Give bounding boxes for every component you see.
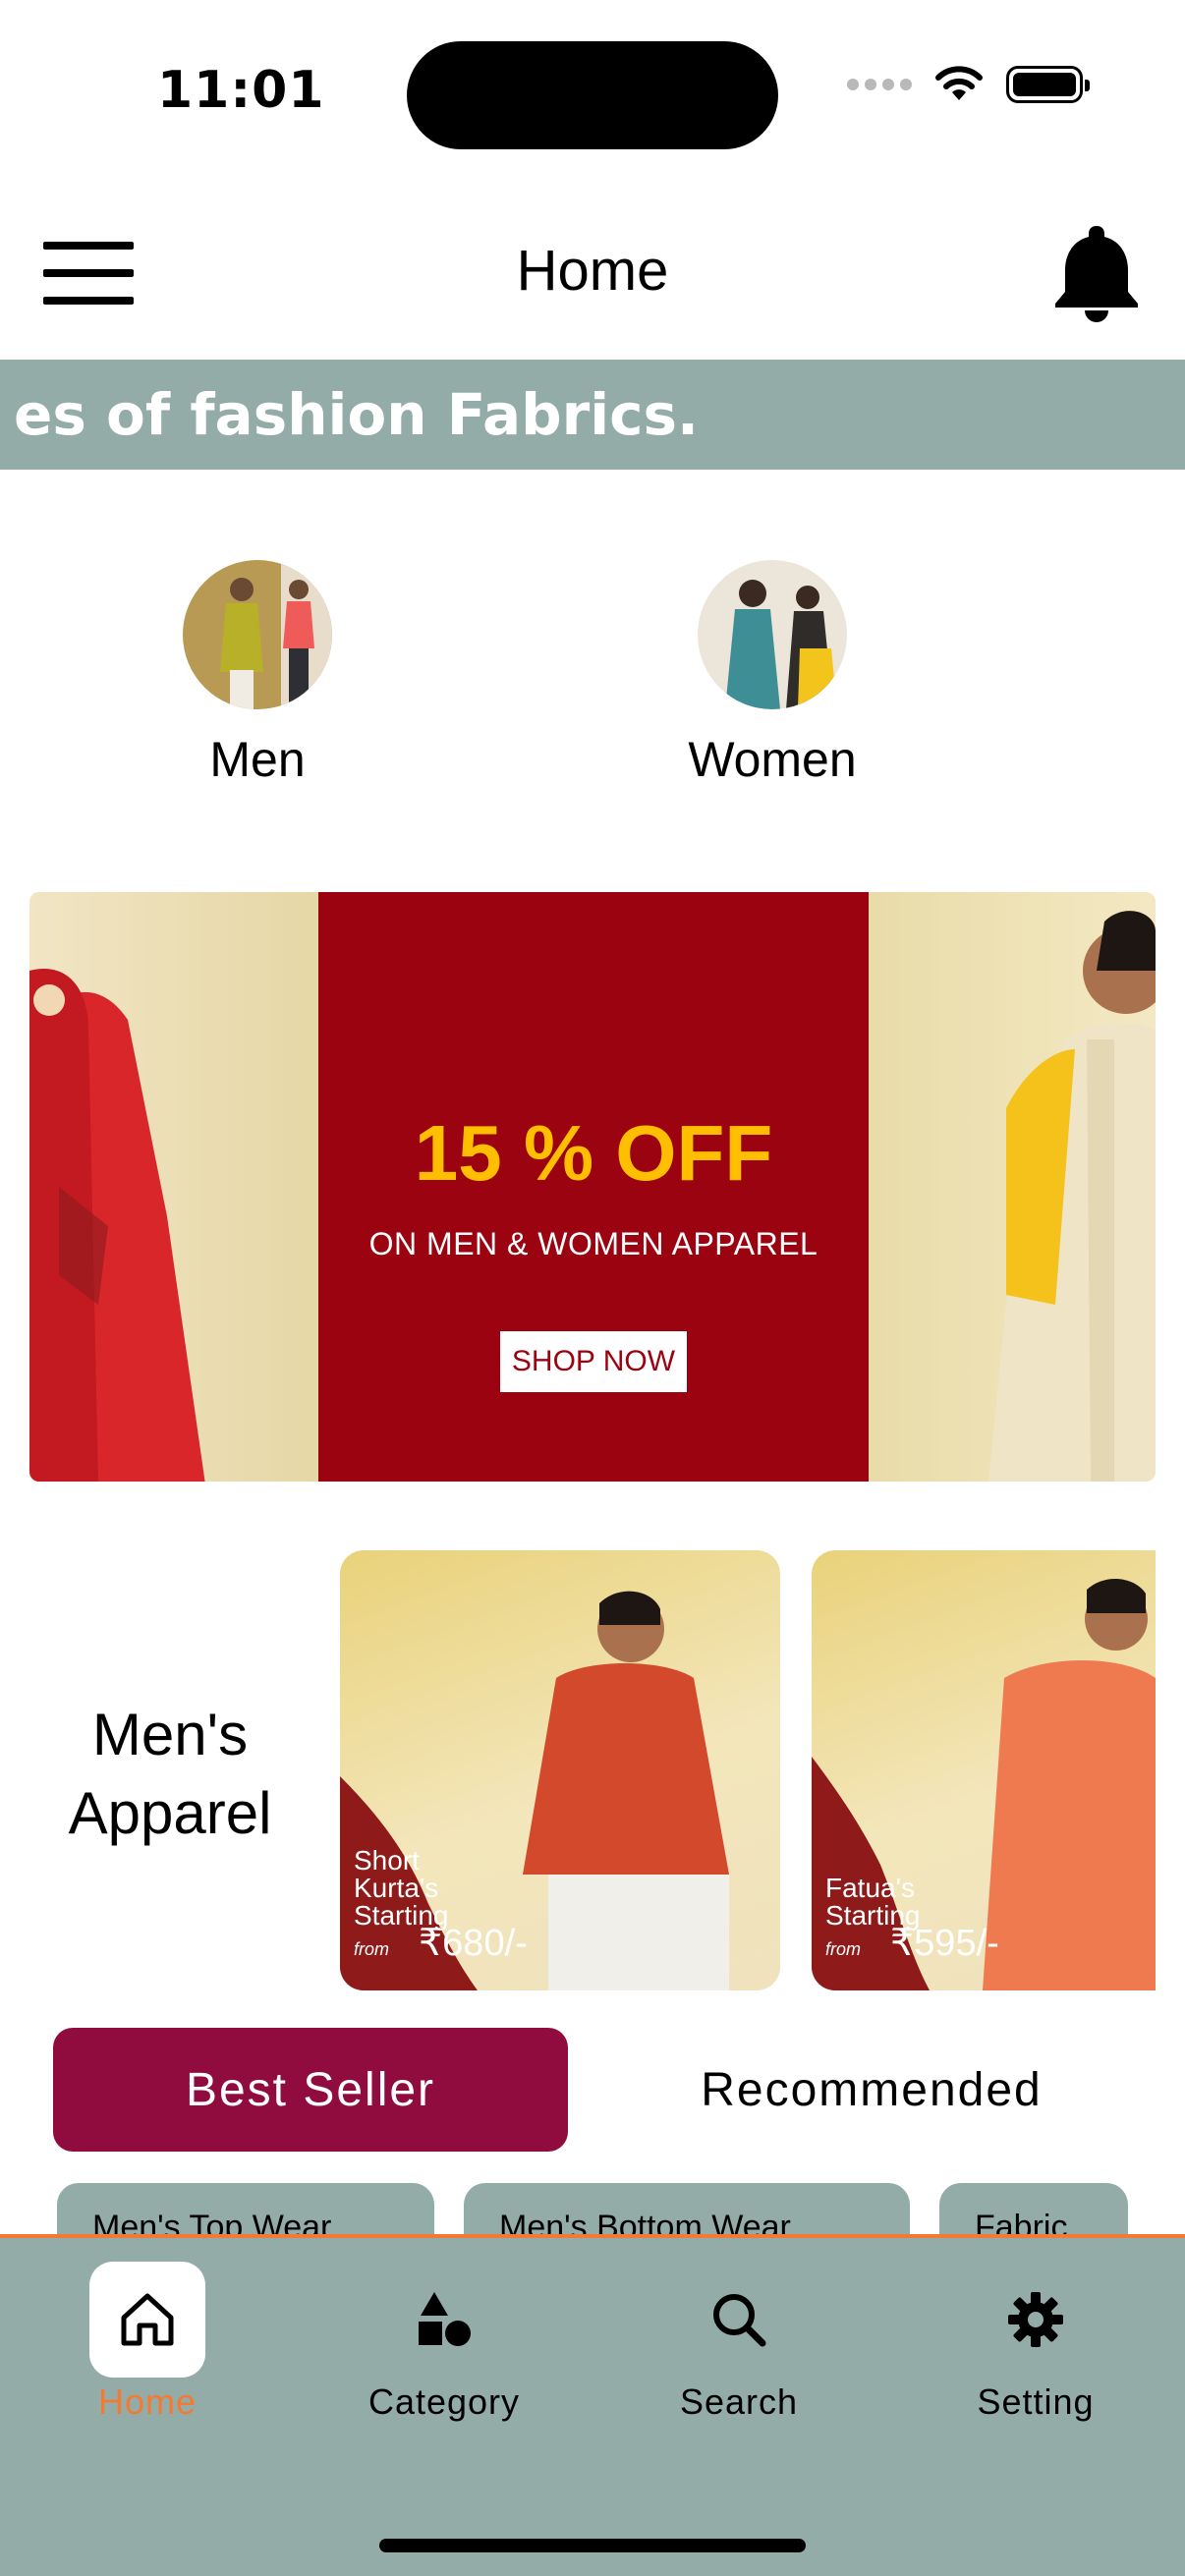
- promo-line: Fatua's: [825, 1873, 915, 1903]
- banner-headline: 15 % OFF: [414, 1109, 773, 1197]
- nav-item-home[interactable]: Home: [29, 2262, 265, 2423]
- nav-item-setting[interactable]: Setting: [918, 2262, 1154, 2423]
- women-category-image: [698, 560, 847, 709]
- nav-label: Setting: [977, 2381, 1095, 2422]
- bell-icon[interactable]: [1051, 222, 1142, 324]
- section-title-mens-apparel: Men's Apparel: [29, 1696, 310, 1853]
- banner-subline: ON MEN & WOMEN APPAREL: [368, 1226, 818, 1261]
- home-icon: [121, 2293, 174, 2346]
- banner-offer-panel: 15 % OFF ON MEN & WOMEN APPAREL SHOP NOW: [318, 892, 869, 1482]
- promo-kurta-text: Short Kurta's Starting from ₹680/-: [354, 1847, 528, 1963]
- bottom-nav: Home Category Search Setting: [0, 2234, 1185, 2576]
- status-bar: 11:01: [0, 0, 1185, 187]
- page-title: Home: [516, 239, 669, 303]
- nav-icon-box: [386, 2262, 502, 2378]
- nav-icon-box: [89, 2262, 205, 2378]
- category-women[interactable]: Women: [625, 560, 920, 788]
- promo-banner[interactable]: 15 % OFF ON MEN & WOMEN APPAREL SHOP NOW: [29, 892, 1156, 1482]
- home-indicator: [379, 2539, 806, 2552]
- banner-man-image: [869, 892, 1156, 1482]
- wifi-icon: [935, 66, 983, 100]
- promo-line: Kurta's: [354, 1873, 439, 1903]
- promo-fatua-text: Fatua's Starting from ₹595/-: [825, 1875, 999, 1963]
- category-label: Men: [209, 732, 306, 787]
- nav-label: Search: [679, 2381, 799, 2422]
- category-men[interactable]: Men: [110, 560, 405, 788]
- nav-icon-box: [978, 2262, 1094, 2378]
- gear-icon: [1008, 2292, 1063, 2347]
- men-category-image: [183, 560, 332, 709]
- tab-best-seller[interactable]: Best Seller: [53, 2028, 568, 2152]
- announcement-marquee: es of fashion Fabrics.: [0, 360, 1185, 470]
- promo-card-fatua[interactable]: Fatua's Starting from ₹595/-: [812, 1550, 1156, 1990]
- shop-now-button[interactable]: SHOP NOW: [499, 1331, 688, 1392]
- status-time: 11:01: [157, 61, 325, 120]
- category-icon: [419, 2292, 471, 2346]
- promo-price: ₹680/-: [419, 1923, 528, 1964]
- nav-icon-box: [681, 2262, 797, 2378]
- section-title-line: Men's: [91, 1702, 249, 1767]
- promo-price: ₹595/-: [890, 1923, 999, 1964]
- nav-item-search[interactable]: Search: [621, 2262, 857, 2423]
- banner-woman-image: [29, 892, 318, 1482]
- nav-label: Category: [367, 2381, 521, 2422]
- promo-line: Short: [354, 1845, 420, 1876]
- section-title-line: Apparel: [68, 1780, 272, 1846]
- promo-card-kurta[interactable]: Short Kurta's Starting from ₹680/-: [340, 1550, 780, 1990]
- dynamic-island: [407, 41, 778, 149]
- promo-from: from: [354, 1939, 389, 1959]
- nav-item-category[interactable]: Category: [326, 2262, 562, 2423]
- nav-label: Home: [97, 2381, 198, 2422]
- category-label: Women: [688, 732, 857, 787]
- search-icon: [713, 2294, 766, 2347]
- tab-recommended[interactable]: Recommended: [609, 2028, 1134, 2152]
- marquee-text: es of fashion Fabrics.: [14, 381, 700, 448]
- cellular-signal-icon: [847, 79, 912, 90]
- app-header: Home: [0, 187, 1185, 360]
- promo-from: from: [825, 1939, 861, 1959]
- battery-icon: [1006, 66, 1090, 103]
- status-icons: [847, 65, 1090, 104]
